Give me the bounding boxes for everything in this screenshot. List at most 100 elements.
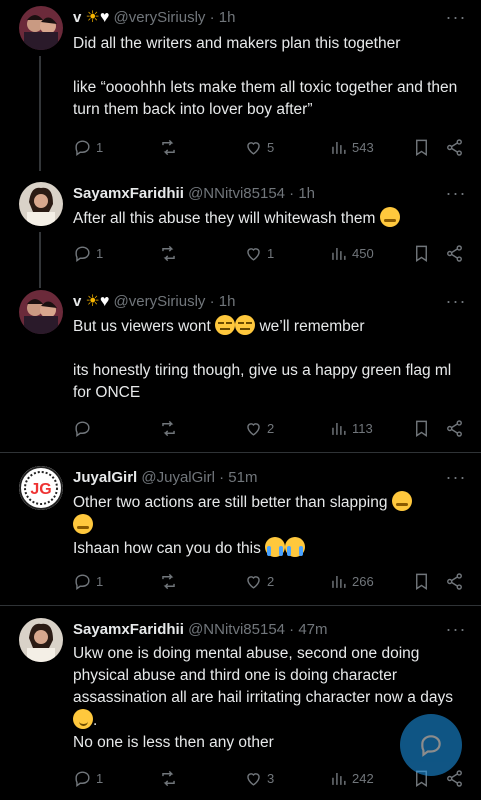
share-button[interactable] bbox=[445, 242, 464, 264]
retweet-button[interactable] bbox=[159, 417, 182, 439]
like-button[interactable]: 2 bbox=[244, 417, 274, 439]
heart-icon bbox=[247, 575, 260, 589]
tweet-line: But us viewers wont bbox=[73, 318, 211, 335]
tweet-text: But us viewers wont we’ll remember its h… bbox=[73, 315, 465, 404]
tweet-header: v ☀♥ @verySiriusly · 1h bbox=[73, 8, 235, 28]
reply-icon bbox=[75, 420, 90, 437]
avatar[interactable] bbox=[19, 290, 63, 334]
share-icon bbox=[447, 769, 462, 787]
reply-button[interactable]: 1 bbox=[73, 767, 103, 789]
author-handle[interactable]: @JuyalGirl bbox=[141, 469, 215, 486]
tweet-header: v ☀♥ @verySiriusly · 1h bbox=[73, 292, 235, 312]
like-count: 2 bbox=[267, 420, 275, 436]
more-options-icon[interactable]: ··· bbox=[444, 8, 468, 30]
share-button[interactable] bbox=[445, 136, 464, 158]
tweet-text: Did all the writers and makers plan this… bbox=[73, 33, 465, 121]
author-handle[interactable]: @NNitvi85154 bbox=[188, 185, 285, 202]
crying-emoji-icon bbox=[285, 537, 306, 557]
views-button[interactable]: 242 bbox=[329, 767, 374, 789]
more-options-icon[interactable]: ··· bbox=[444, 184, 468, 206]
avatar[interactable]: JG bbox=[19, 466, 63, 510]
reply-icon bbox=[75, 245, 90, 262]
retweet-icon bbox=[162, 770, 175, 786]
sun-emoji-icon: ☀ bbox=[85, 9, 100, 26]
retweet-icon bbox=[162, 420, 175, 436]
action-bar: 1 2 266 bbox=[73, 570, 471, 592]
more-options-icon[interactable]: ··· bbox=[444, 292, 468, 314]
sun-emoji-icon: ☀ bbox=[85, 293, 100, 310]
share-button[interactable] bbox=[445, 570, 464, 592]
author-name[interactable]: SayamxFaridhii bbox=[73, 185, 184, 202]
chat-bubble-icon bbox=[421, 735, 441, 757]
views-icon bbox=[332, 141, 346, 154]
tweet-line: Did all the writers and makers plan this… bbox=[73, 35, 401, 52]
heart-icon bbox=[247, 772, 260, 786]
views-button[interactable]: 450 bbox=[329, 242, 374, 264]
retweet-button[interactable] bbox=[159, 570, 182, 592]
view-count: 543 bbox=[352, 139, 374, 155]
retweet-button[interactable] bbox=[159, 136, 182, 158]
avatar[interactable] bbox=[19, 618, 63, 662]
retweet-button[interactable] bbox=[159, 767, 182, 789]
bookmark-button[interactable] bbox=[412, 570, 431, 592]
timestamp[interactable]: 1h bbox=[219, 9, 236, 26]
crying-emoji-icon bbox=[265, 537, 286, 557]
thread-line bbox=[39, 232, 41, 288]
author-name[interactable]: JuyalGirl bbox=[73, 469, 137, 486]
tweet-line: its honestly tiring though, give us a ha… bbox=[73, 362, 452, 401]
author-name[interactable]: v bbox=[73, 293, 81, 310]
reply-button[interactable] bbox=[73, 417, 96, 439]
compose-reply-button[interactable] bbox=[400, 714, 462, 776]
author-handle[interactable]: @NNitvi85154 bbox=[188, 621, 285, 638]
divider bbox=[0, 605, 481, 606]
timestamp[interactable]: 51m bbox=[228, 469, 257, 486]
like-button[interactable]: 1 bbox=[244, 242, 274, 264]
bookmark-button[interactable] bbox=[412, 242, 431, 264]
views-button[interactable]: 543 bbox=[329, 136, 374, 158]
author-name[interactable]: v bbox=[73, 9, 81, 26]
reply-button[interactable]: 1 bbox=[73, 136, 103, 158]
face-exhaling-emoji-icon bbox=[73, 514, 93, 534]
author-name[interactable]: SayamxFaridhii bbox=[73, 621, 184, 638]
share-button[interactable] bbox=[445, 417, 464, 439]
views-button[interactable]: 266 bbox=[329, 570, 374, 592]
bookmark-button[interactable] bbox=[412, 417, 431, 439]
timestamp[interactable]: 1h bbox=[298, 185, 315, 202]
separator-dot: · bbox=[209, 293, 215, 310]
heart-icon bbox=[247, 422, 260, 436]
reply-count: 1 bbox=[96, 139, 104, 155]
timestamp[interactable]: 1h bbox=[219, 293, 236, 310]
tweet-line: Other two actions are still better than … bbox=[73, 494, 388, 511]
tweet-line: like “oooohhh lets make them all toxic t… bbox=[73, 79, 458, 118]
like-count: 2 bbox=[267, 573, 275, 589]
heart-icon bbox=[247, 141, 260, 155]
share-icon bbox=[447, 572, 462, 590]
reply-button[interactable]: 1 bbox=[73, 242, 103, 264]
action-bar: 2 113 bbox=[73, 417, 471, 439]
timestamp[interactable]: 47m bbox=[298, 621, 327, 638]
tweet-header: SayamxFaridhii @NNitvi85154 · 47m bbox=[73, 620, 328, 640]
bookmark-button[interactable] bbox=[412, 136, 431, 158]
like-button[interactable]: 3 bbox=[244, 767, 274, 789]
views-button[interactable]: 113 bbox=[329, 417, 373, 439]
bookmark-icon bbox=[416, 245, 427, 262]
view-count: 242 bbox=[352, 770, 374, 786]
retweet-button[interactable] bbox=[159, 242, 182, 264]
like-count: 1 bbox=[267, 245, 275, 261]
more-options-icon[interactable]: ··· bbox=[444, 620, 468, 642]
expressionless-emoji-icon bbox=[235, 315, 256, 335]
share-icon bbox=[447, 244, 462, 262]
avatar[interactable] bbox=[19, 6, 63, 50]
expressionless-emoji-icon bbox=[215, 315, 236, 335]
author-handle[interactable]: @verySiriusly bbox=[114, 293, 206, 310]
avatar[interactable] bbox=[19, 182, 63, 226]
views-icon bbox=[332, 247, 346, 260]
reply-button[interactable]: 1 bbox=[73, 570, 103, 592]
like-button[interactable]: 5 bbox=[244, 136, 274, 158]
reply-count: 1 bbox=[96, 770, 104, 786]
bookmark-icon bbox=[416, 573, 427, 590]
more-options-icon[interactable]: ··· bbox=[444, 468, 468, 490]
like-button[interactable]: 2 bbox=[244, 570, 274, 592]
bookmark-icon bbox=[416, 420, 427, 437]
author-handle[interactable]: @verySiriusly bbox=[114, 9, 206, 26]
